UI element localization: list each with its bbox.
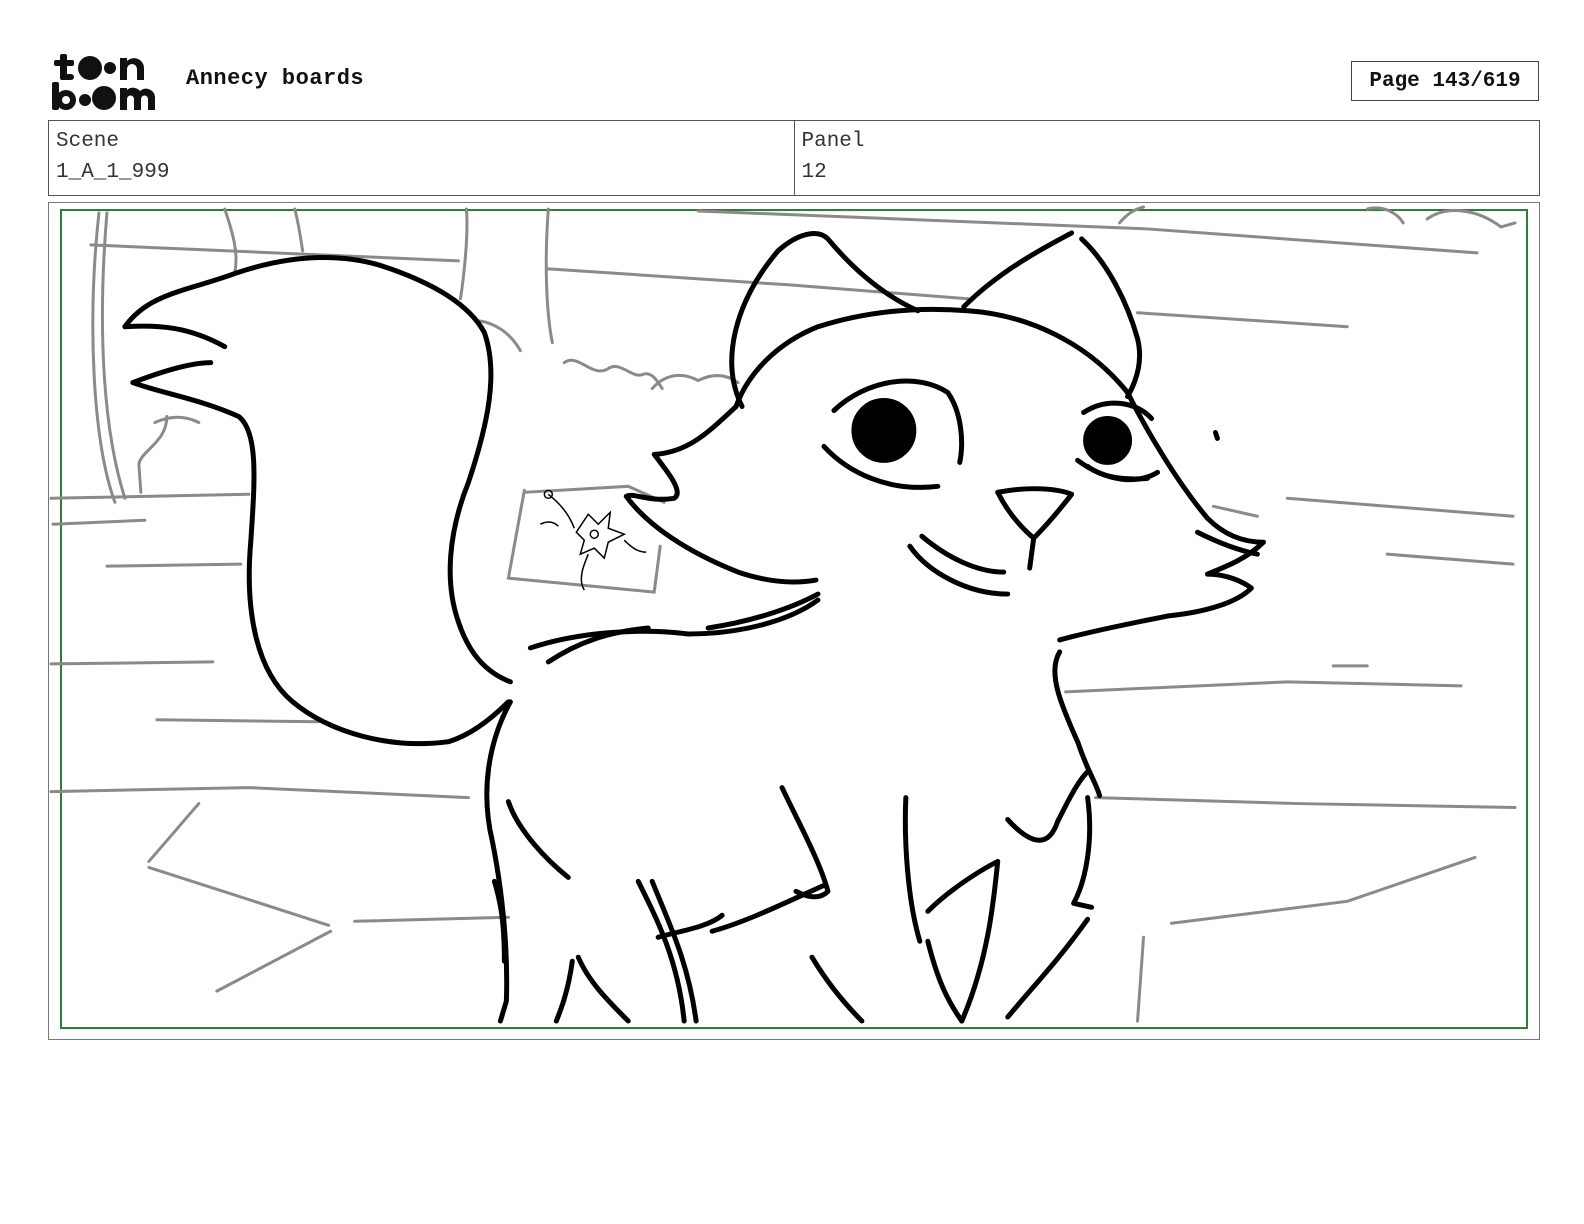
fox-character [122,230,1266,1024]
fox-sketch-drawing [49,205,1529,1030]
scene-label: Scene [56,130,120,153]
panel-cell: Panel 12 [793,121,1540,195]
toonboom-logo [52,54,155,110]
document-title: Annecy boards [186,66,365,91]
storyboard-panel [48,202,1540,1040]
panel-label: Panel [801,130,865,153]
scene-panel-info: Scene 1_A_1_999 Panel 12 [48,120,1540,196]
page-indicator: Page 143/619 [1351,61,1539,101]
scene-value: 1_A_1_999 [56,161,170,184]
scene-cell: Scene 1_A_1_999 [49,121,794,195]
panel-value: 12 [801,161,827,184]
background-sketch [49,205,1517,1023]
